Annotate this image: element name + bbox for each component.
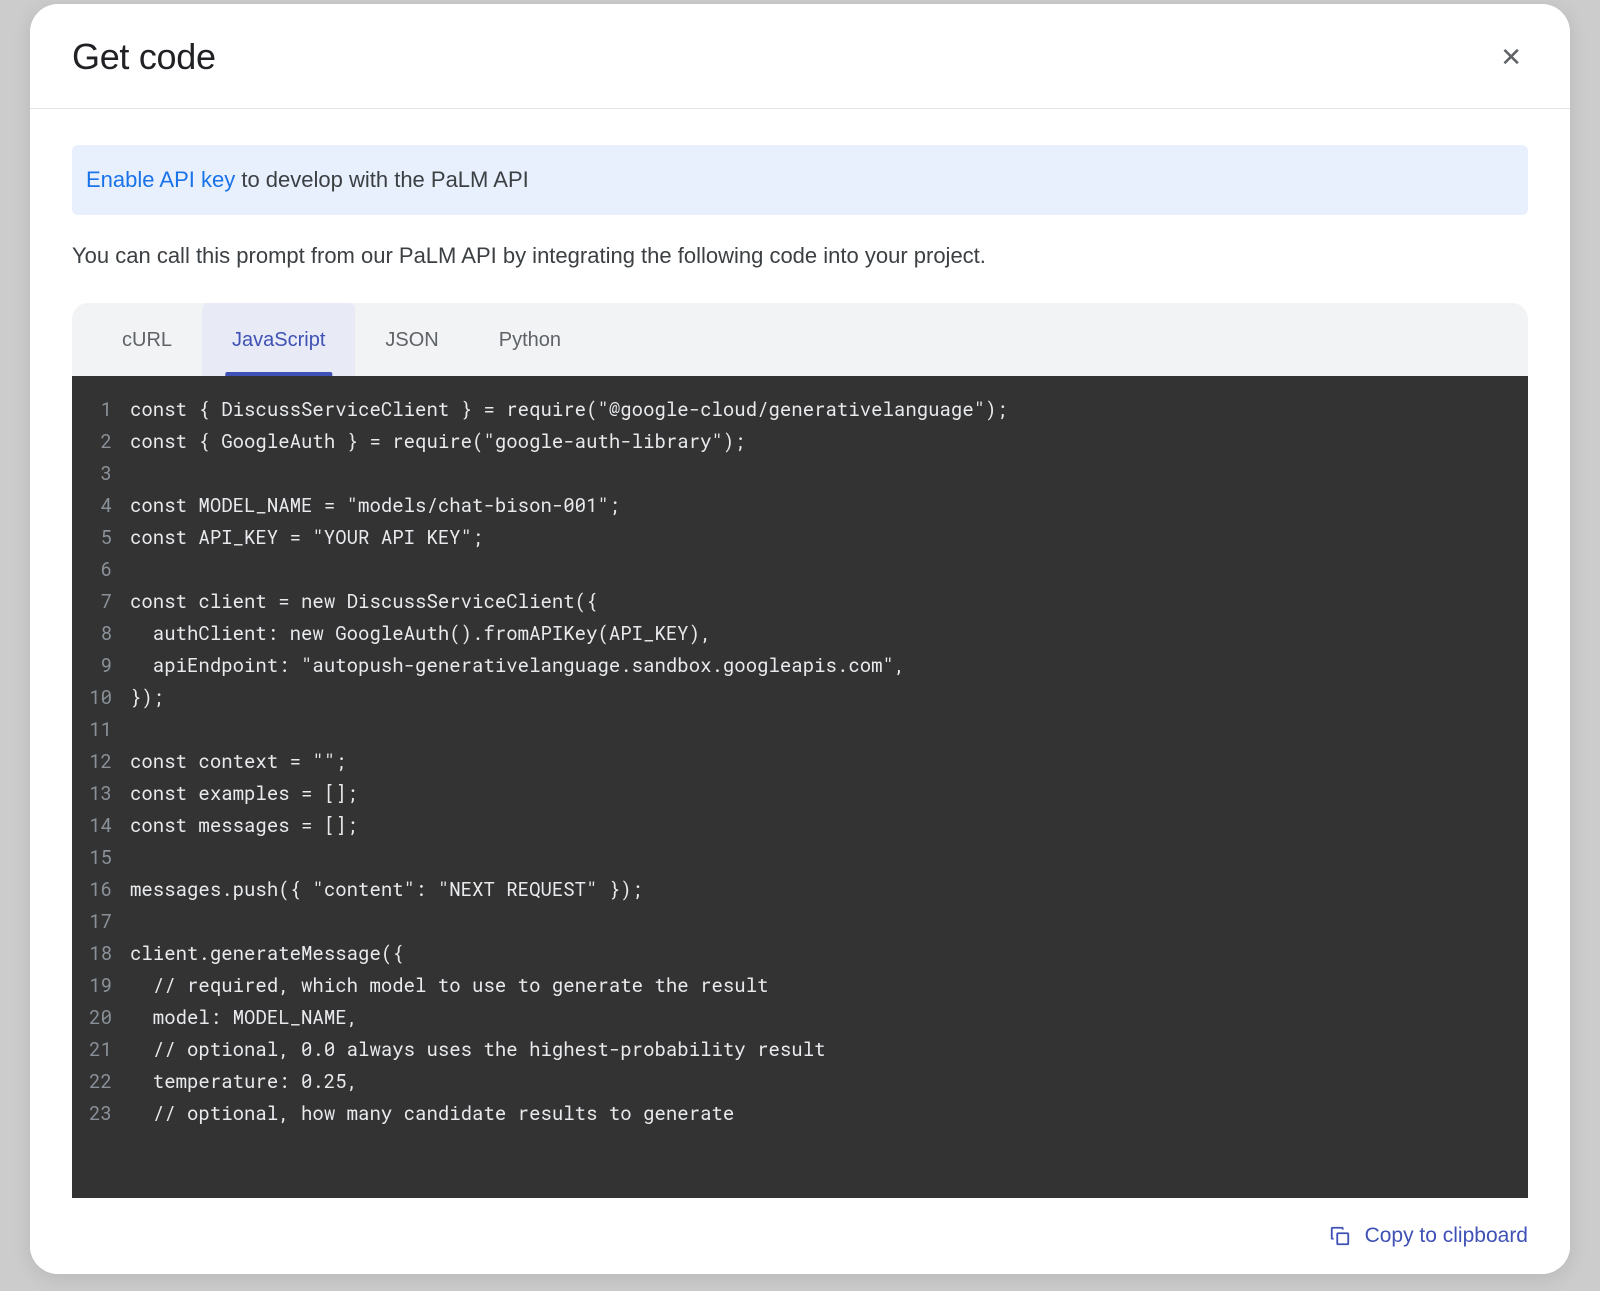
close-button[interactable]: ✕	[1494, 38, 1528, 76]
description-text: You can call this prompt from our PaLM A…	[72, 243, 1528, 269]
code-panel: cURL JavaScript JSON Python 1 2 3 4 5 6 …	[72, 303, 1528, 1198]
dialog-title: Get code	[72, 36, 216, 78]
tab-json[interactable]: JSON	[355, 303, 468, 376]
banner-suffix: to develop with the PaLM API	[235, 167, 529, 192]
copy-label: Copy to clipboard	[1365, 1224, 1528, 1248]
dialog-body: Enable API key to develop with the PaLM …	[30, 109, 1570, 1198]
dialog-header: Get code ✕	[30, 4, 1570, 109]
tab-javascript[interactable]: JavaScript	[202, 303, 355, 376]
code-content[interactable]: const { DiscussServiceClient } = require…	[130, 394, 1528, 1198]
tab-curl[interactable]: cURL	[92, 303, 202, 376]
copy-to-clipboard-button[interactable]: Copy to clipboard	[1329, 1224, 1528, 1248]
tab-python[interactable]: Python	[469, 303, 591, 376]
api-key-banner: Enable API key to develop with the PaLM …	[72, 145, 1528, 215]
language-tabs: cURL JavaScript JSON Python	[72, 303, 1528, 376]
line-numbers: 1 2 3 4 5 6 7 8 9 10 11 12 13 14 15 16 1…	[72, 394, 130, 1198]
code-block: 1 2 3 4 5 6 7 8 9 10 11 12 13 14 15 16 1…	[72, 376, 1528, 1198]
copy-icon	[1329, 1225, 1351, 1247]
dialog-footer: Copy to clipboard	[30, 1198, 1570, 1274]
close-icon: ✕	[1500, 42, 1522, 72]
get-code-dialog: Get code ✕ Enable API key to develop wit…	[30, 4, 1570, 1274]
enable-api-key-link[interactable]: Enable API key	[86, 167, 235, 192]
